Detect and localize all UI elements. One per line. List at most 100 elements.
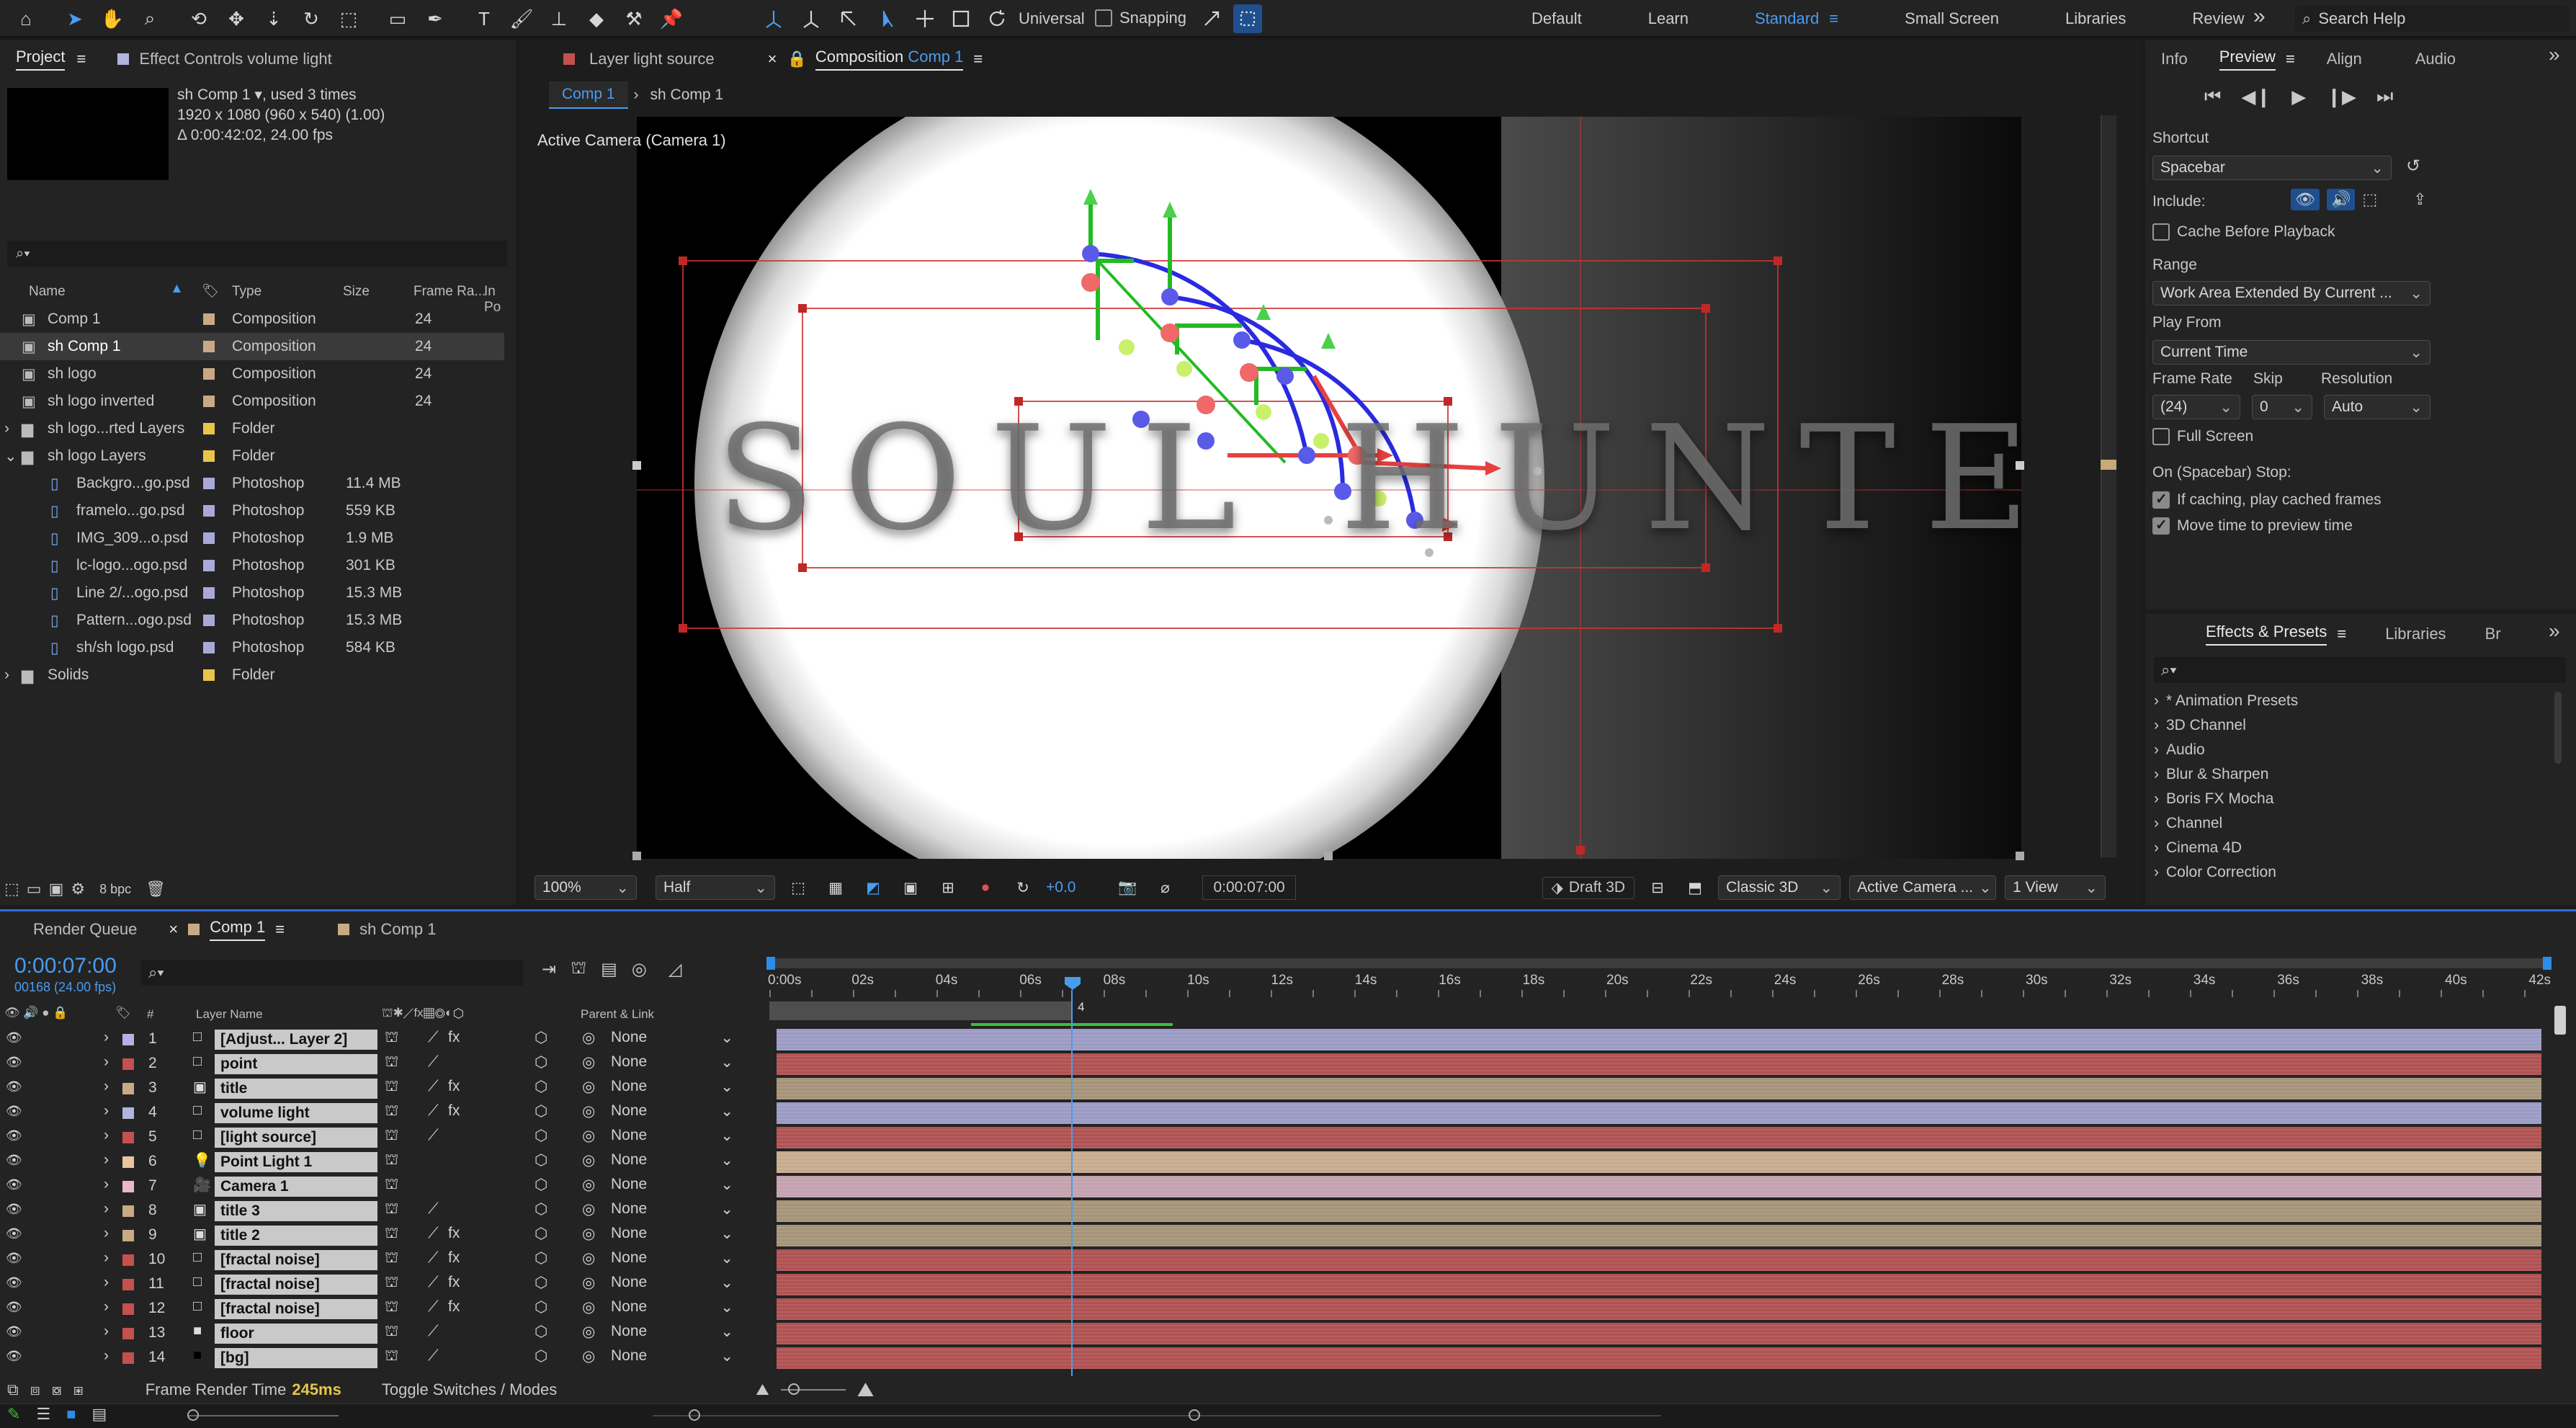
canvas-handle-bottom-right[interactable] <box>2016 852 2024 860</box>
layer-row[interactable]: 👁 › 7 🎥 Camera 1 ⛫ ⬡ ◎ None ⌄ <box>0 1174 771 1199</box>
project-item[interactable]: ▯ Line 2/...ogo.psd Photoshop 15.3 MB <box>0 579 504 607</box>
selection-tool-icon[interactable]: ➤ <box>61 4 89 33</box>
tab-composition-comp1[interactable]: × 🔒 Composition Comp 1 ≡ <box>752 40 999 78</box>
move-time-checkbox[interactable] <box>2152 516 2170 535</box>
zoom-tool-icon[interactable]: ⌕ <box>135 4 164 33</box>
work-area-start[interactable] <box>766 957 775 970</box>
layer-row[interactable]: 👁 › 5 □ [light source] ⛫ ⟋ ⬡ ◎ None ⌄ <box>0 1125 771 1150</box>
project-item[interactable]: ▣ sh Comp 1 Composition 24 <box>0 333 504 360</box>
brush-tool-icon[interactable]: 🖌 <box>507 4 536 33</box>
project-item[interactable]: ▯ framelo...go.psd Photoshop 559 KB <box>0 497 504 525</box>
full-screen-option[interactable]: Full Screen <box>2152 428 2253 445</box>
expand-arrow-icon[interactable]: › <box>4 420 19 437</box>
transfer-controls-icon[interactable]: ⧈ <box>30 1380 40 1399</box>
snapping-checkbox[interactable] <box>1095 9 1112 27</box>
resolution-dropdown[interactable]: Half <box>656 875 775 900</box>
label-swatch[interactable] <box>203 505 215 517</box>
tab-render-queue[interactable]: Render Queue <box>17 911 153 948</box>
breadcrumb-sh-comp1[interactable]: sh Comp 1 <box>645 82 730 108</box>
timeline-timecode[interactable]: 0:00:07:00 <box>14 954 117 978</box>
eye-icon[interactable]: 👁 <box>6 1226 22 1241</box>
tab-project[interactable]: Project ≡ <box>0 40 102 78</box>
parent-dropdown[interactable]: None ⌄ <box>611 1127 733 1145</box>
shy-switch-icon[interactable]: ⛫ <box>385 1151 398 1170</box>
tab-comp1[interactable]: × Comp 1 ≡ <box>153 911 300 948</box>
breadcrumb-comp1[interactable]: Comp 1 <box>549 81 628 109</box>
shy-switch-icon[interactable]: ⛫ <box>385 1200 398 1219</box>
label-swatch[interactable] <box>122 1205 134 1217</box>
play-from-dropdown[interactable]: Current Time <box>2152 340 2430 365</box>
layer-row[interactable]: 👁 › 6 💡 Point Light 1 ⛫ ⬡ ◎ None ⌄ <box>0 1150 771 1174</box>
expand-arrow-icon[interactable]: › <box>104 1298 109 1316</box>
expand-arrow-icon[interactable]: › <box>2154 839 2159 857</box>
comp-flowchart-icon[interactable]: ⇥ <box>542 959 556 980</box>
viewer-scroll-right[interactable] <box>2101 115 2116 857</box>
workspace-small-screen[interactable]: Small Screen <box>1871 0 2032 37</box>
project-item[interactable]: ▯ lc-logo...ogo.psd Photoshop 301 KB <box>0 552 504 579</box>
layer-duration-bar[interactable] <box>777 1053 2541 1075</box>
tab-effect-controls[interactable]: Effect Controls volume light <box>102 40 347 78</box>
mask-visibility-icon[interactable]: ◩ <box>859 873 887 902</box>
label-swatch[interactable] <box>122 1230 134 1241</box>
grid-guides-icon[interactable]: ▣ <box>896 873 925 902</box>
snap-grid-icon[interactable] <box>1233 4 1262 33</box>
layer-row[interactable]: 👁 › 2 □ point ⛫ ⟋ ⬡ ◎ None ⌄ <box>0 1052 771 1076</box>
label-swatch[interactable] <box>203 396 215 407</box>
timeline-search[interactable]: ⌕▾ <box>141 960 523 986</box>
3d-switch-icon[interactable]: ⬡ <box>535 1298 547 1316</box>
project-search[interactable]: ⌕▾ <box>7 241 507 267</box>
workspace-learn[interactable]: Learn <box>1615 0 1722 37</box>
shy-layers-icon[interactable]: ⛫ <box>571 958 586 980</box>
include-video-icon[interactable]: 👁 <box>2291 189 2320 210</box>
parent-dropdown[interactable]: None ⌄ <box>611 1029 733 1047</box>
layer-name[interactable]: title <box>215 1079 377 1099</box>
layer-duration-bar[interactable] <box>777 1176 2541 1197</box>
effect-category[interactable]: › Audio <box>2154 738 2205 762</box>
layer-name[interactable]: title 3 <box>215 1201 377 1221</box>
layer-name[interactable]: [bg] <box>215 1348 377 1368</box>
quality-switch-icon[interactable]: ⟋ <box>428 1323 439 1340</box>
panel-overflow-icon[interactable]: » <box>2549 620 2560 643</box>
3d-switch-icon[interactable]: ⬡ <box>535 1102 547 1120</box>
expand-arrow-icon[interactable]: › <box>2154 717 2159 734</box>
layer-row[interactable]: 👁 › 4 □ volume light ⛫ ⟋ fx ⬡ ◎ None ⌄ <box>0 1101 771 1125</box>
col-type[interactable]: Type <box>232 284 261 300</box>
parent-dropdown[interactable]: None ⌄ <box>611 1225 733 1243</box>
cache-checkbox[interactable] <box>2152 223 2170 241</box>
layer-duration-bar[interactable] <box>777 1200 2541 1222</box>
parent-dropdown[interactable]: None ⌄ <box>611 1102 733 1120</box>
lock-icon[interactable]: 🔒 <box>787 50 807 68</box>
if-caching-checkbox[interactable] <box>2152 490 2170 509</box>
zoom-out-mountain-icon[interactable]: ⛰ <box>756 1380 769 1399</box>
shy-switch-icon[interactable]: ⛫ <box>385 1053 398 1072</box>
pan-behind-icon[interactable]: ⬚ <box>334 4 363 33</box>
expand-arrow-icon[interactable]: › <box>104 1102 109 1120</box>
label-swatch[interactable] <box>122 1303 134 1315</box>
pickwhip-icon[interactable]: ◎ <box>582 1323 595 1341</box>
eye-icon[interactable]: 👁 <box>6 1055 22 1070</box>
label-swatch[interactable] <box>122 1132 134 1143</box>
local-axis-icon[interactable] <box>759 4 788 33</box>
col-number[interactable]: # <box>147 1007 153 1022</box>
layer-name[interactable]: Point Light 1 <box>215 1152 377 1172</box>
shy-switch-icon[interactable]: ⛫ <box>385 1249 398 1268</box>
tab-preview[interactable]: Preview ≡ <box>2204 40 2311 78</box>
hand-tool-icon[interactable]: ✋ <box>98 4 127 33</box>
tab-info[interactable]: Info <box>2145 40 2204 78</box>
canvas-handle-bottom-left[interactable] <box>632 852 641 860</box>
pickwhip-icon[interactable]: ◎ <box>582 1029 595 1047</box>
eraser-icon[interactable]: ◆ <box>582 4 611 33</box>
first-frame-icon[interactable]: ⏮ <box>2204 85 2221 108</box>
pickwhip-icon[interactable]: ◎ <box>582 1176 595 1194</box>
3d-switch-icon[interactable]: ⬡ <box>535 1127 547 1145</box>
quality-switch-icon[interactable]: ⟋ <box>428 1347 439 1365</box>
status-blue-square-icon[interactable]: ■ <box>66 1405 76 1424</box>
shy-switch-icon[interactable]: ⛫ <box>385 1347 398 1366</box>
pickwhip-icon[interactable]: ◎ <box>582 1053 595 1071</box>
play-icon[interactable]: ▶ <box>2291 86 2306 108</box>
expand-arrow-icon[interactable]: › <box>104 1200 109 1218</box>
shy-switch-icon[interactable]: ⛫ <box>385 1127 398 1146</box>
col-layer-name[interactable]: Layer Name <box>196 1007 263 1022</box>
renderer-dropdown[interactable]: Classic 3D <box>1718 875 1841 900</box>
parent-dropdown[interactable]: None ⌄ <box>611 1078 733 1096</box>
